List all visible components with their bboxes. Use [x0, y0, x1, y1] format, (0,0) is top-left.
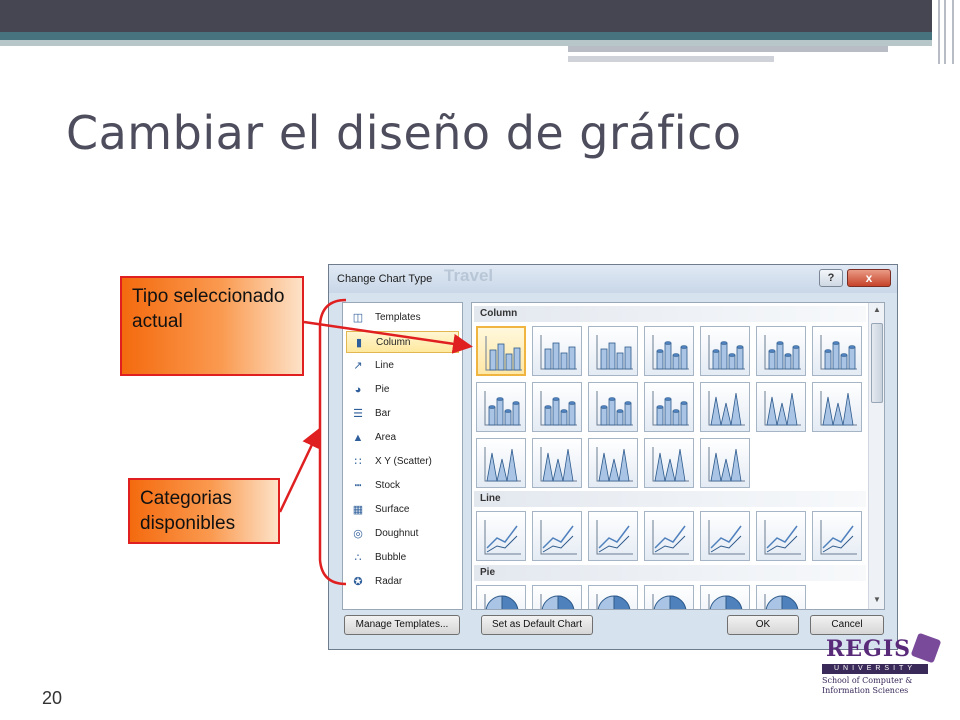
arrow-to-current-type: [303, 320, 473, 354]
university-logo: REGIS UNIVERSITY School of Computer & In…: [818, 632, 942, 710]
annotation-arrows: [278, 298, 473, 586]
arrow-to-categories: [278, 427, 321, 513]
bracket-categories: [318, 298, 347, 586]
logo-emblem: [910, 632, 942, 664]
page-number: 20: [42, 688, 63, 708]
logo-school: School of Computer & Information Science…: [822, 676, 913, 695]
logo-university: UNIVERSITY: [822, 664, 928, 674]
logo-name: REGIS: [826, 636, 912, 662]
